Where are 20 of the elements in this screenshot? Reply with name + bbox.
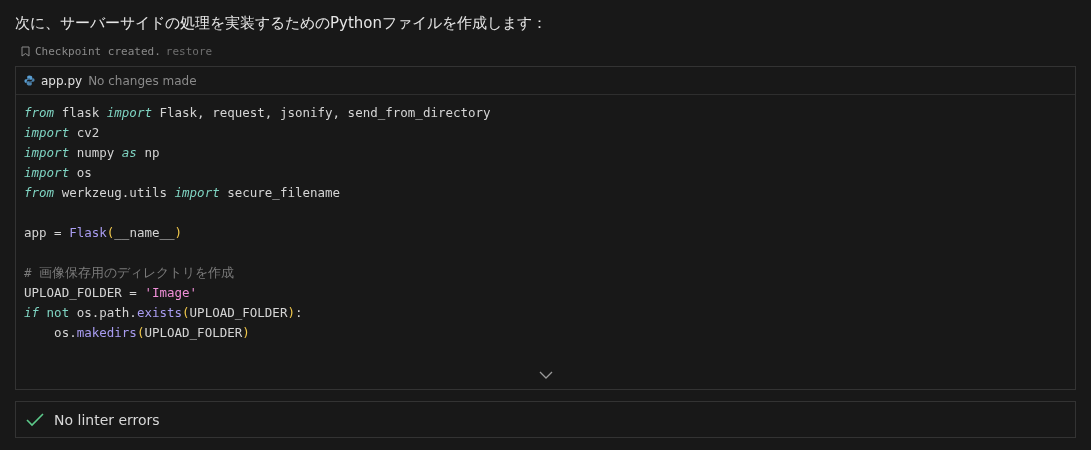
file-name[interactable]: app.py — [41, 73, 83, 88]
code-line: UPLOAD_FOLDER = 'Image' — [24, 284, 199, 302]
code-line: app = Flask(__name__) — [24, 224, 184, 242]
code-line: import cv2 — [24, 124, 101, 142]
code-line: # 画像保存用のディレクトリを作成 — [24, 264, 236, 282]
code-line: import numpy as np — [24, 144, 161, 162]
restore-link[interactable]: restore — [165, 44, 213, 58]
checkpoint-text: Checkpoint created. — [35, 44, 161, 58]
linter-text: No linter errors — [54, 411, 160, 428]
check-icon — [26, 412, 44, 427]
code-line: import os — [24, 164, 93, 182]
code-line: os.makedirs(UPLOAD_FOLDER) — [53, 324, 251, 342]
file-status: No changes made — [88, 73, 197, 88]
message-text: 次に、サーバーサイドの処理を実装するためのPythonファイルを作成します： — [15, 13, 548, 34]
bookmark-icon — [21, 45, 30, 57]
code-line: if not os.path.exists(UPLOAD_FOLDER): — [24, 304, 304, 322]
python-icon — [24, 75, 35, 86]
chevron-down-icon[interactable] — [538, 371, 553, 379]
code-line: from flask import Flask, request, jsonify, send_from_directory — [24, 104, 492, 122]
code-line: from werkzeug.utils import secure_filename — [24, 184, 342, 202]
